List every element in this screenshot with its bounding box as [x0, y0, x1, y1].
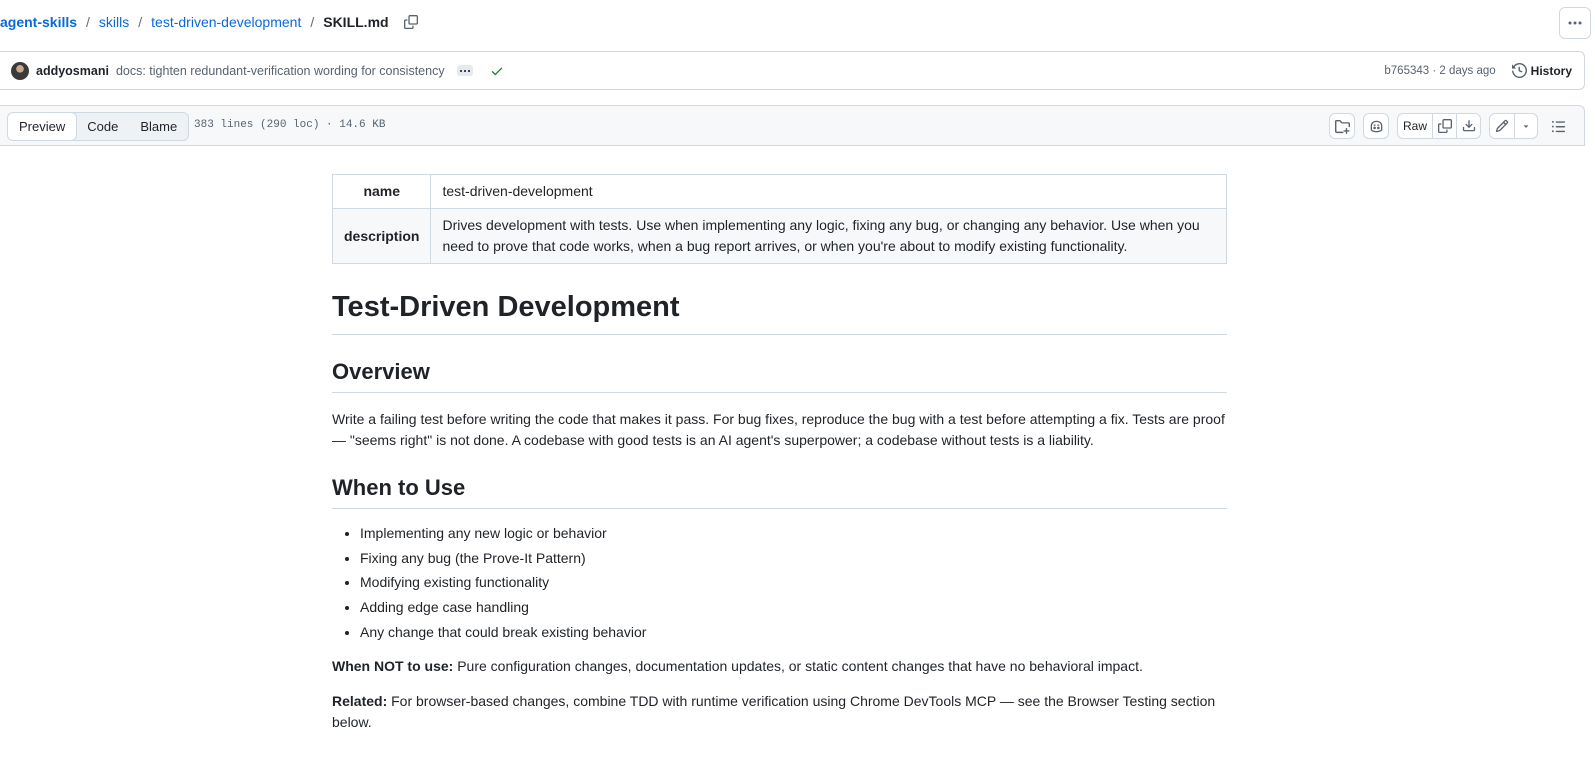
- copy-path-button[interactable]: [401, 12, 421, 32]
- frontmatter-key: description: [331, 208, 432, 264]
- file-toolbar: Raw: [1329, 113, 1570, 139]
- list-unordered-icon: [1551, 120, 1565, 132]
- list-item: Fixing any bug (the Prove-It Pattern): [360, 548, 1227, 569]
- breadcrumb: agent-skills / skills / test-driven-deve…: [0, 12, 421, 32]
- edit-dropdown-button[interactable]: [1514, 114, 1537, 138]
- raw-button[interactable]: Raw: [1398, 114, 1432, 138]
- file-directory-add-icon: [1334, 119, 1350, 134]
- frontmatter-table: name test-driven-development description…: [331, 174, 1227, 264]
- commit-sha-time[interactable]: b765343 · 2 days ago: [1384, 65, 1495, 77]
- ellipsis-icon: [459, 69, 470, 72]
- when-to-use-list: Implementing any new logic or behavior F…: [332, 523, 1227, 643]
- history-label: History: [1530, 63, 1572, 78]
- pencil-icon: [1495, 119, 1509, 133]
- commit-meta: b765343 · 2 days ago History: [1384, 52, 1572, 89]
- related-paragraph: Related: For browser-based changes, comb…: [332, 691, 1227, 733]
- download-button[interactable]: [1456, 114, 1480, 138]
- avatar[interactable]: [11, 61, 29, 80]
- breadcrumb-repo-link[interactable]: agent-skills: [0, 14, 77, 30]
- when-not-paragraph: When NOT to use: Pure configuration chan…: [332, 656, 1227, 677]
- related-label: Related:: [332, 692, 388, 709]
- commit-message-link[interactable]: docs: tighten redundant-verification wor…: [116, 64, 445, 78]
- edit-group: [1489, 113, 1538, 139]
- list-item: Implementing any new logic or behavior: [360, 523, 1227, 544]
- list-item: Modifying existing functionality: [360, 572, 1227, 593]
- list-item: Any change that could break existing beh…: [360, 622, 1227, 643]
- view-mode-toggle: Preview Code Blame: [7, 112, 190, 141]
- download-icon: [1462, 120, 1475, 132]
- history-icon: [1511, 63, 1527, 78]
- copy-icon: [403, 15, 418, 29]
- list-item: Adding edge case handling: [360, 597, 1227, 618]
- raw-copy-download-group: Raw: [1397, 113, 1481, 139]
- markdown-body: name test-driven-development description…: [331, 174, 1227, 733]
- related-text: For browser-based changes, combine TDD w…: [332, 692, 1216, 730]
- breadcrumb-separator: /: [310, 14, 315, 30]
- tab-blame[interactable]: Blame: [129, 113, 188, 140]
- breadcrumb-subfolder-link[interactable]: test-driven-development: [151, 14, 301, 30]
- edit-file-button[interactable]: [1490, 114, 1514, 138]
- tab-preview[interactable]: Preview: [8, 113, 78, 140]
- overview-heading: Overview: [332, 357, 1227, 393]
- history-button[interactable]: History: [1511, 63, 1572, 78]
- when-not-text: Pure configuration changes, documentatio…: [453, 657, 1143, 674]
- commit-author-link[interactable]: addyosmani: [36, 64, 109, 78]
- breadcrumb-separator: /: [138, 14, 143, 30]
- frontmatter-value: test-driven-development: [430, 174, 1227, 209]
- copilot-icon: [1370, 120, 1382, 132]
- kebab-horizontal-icon: [1568, 21, 1582, 25]
- expand-commit-button[interactable]: [456, 65, 473, 76]
- copy-icon: [1437, 119, 1452, 133]
- copy-raw-button[interactable]: [1432, 114, 1456, 138]
- when-not-label: When NOT to use:: [332, 657, 454, 674]
- page-title: Test-Driven Development: [332, 288, 1227, 335]
- breadcrumb-separator: /: [86, 14, 90, 30]
- triangle-down-icon: [1523, 125, 1529, 128]
- more-options-button[interactable]: [1559, 7, 1591, 39]
- table-row: name test-driven-development: [331, 174, 1227, 209]
- add-file-button[interactable]: [1329, 113, 1355, 139]
- latest-commit-bar: addyosmani docs: tighten redundant-verif…: [0, 51, 1585, 90]
- outline-button[interactable]: [1546, 114, 1570, 138]
- file-header: Preview Code Blame 383 lines (290 loc) ·…: [0, 105, 1585, 146]
- check-icon[interactable]: [490, 64, 504, 78]
- table-row: description Drives development with test…: [331, 208, 1227, 264]
- frontmatter-key: name: [331, 174, 432, 209]
- file-info: 383 lines (290 loc) · 14.6 KB: [194, 119, 386, 131]
- breadcrumb-folder-link[interactable]: skills: [99, 14, 129, 30]
- overview-paragraph: Write a failing test before writing the …: [332, 411, 1225, 448]
- tab-code[interactable]: Code: [76, 113, 129, 140]
- copilot-button[interactable]: [1363, 113, 1389, 139]
- frontmatter-value: Drives development with tests. Use when …: [430, 208, 1227, 264]
- when-to-use-heading: When to Use: [332, 473, 1227, 509]
- breadcrumb-file-name: SKILL.md: [323, 14, 389, 30]
